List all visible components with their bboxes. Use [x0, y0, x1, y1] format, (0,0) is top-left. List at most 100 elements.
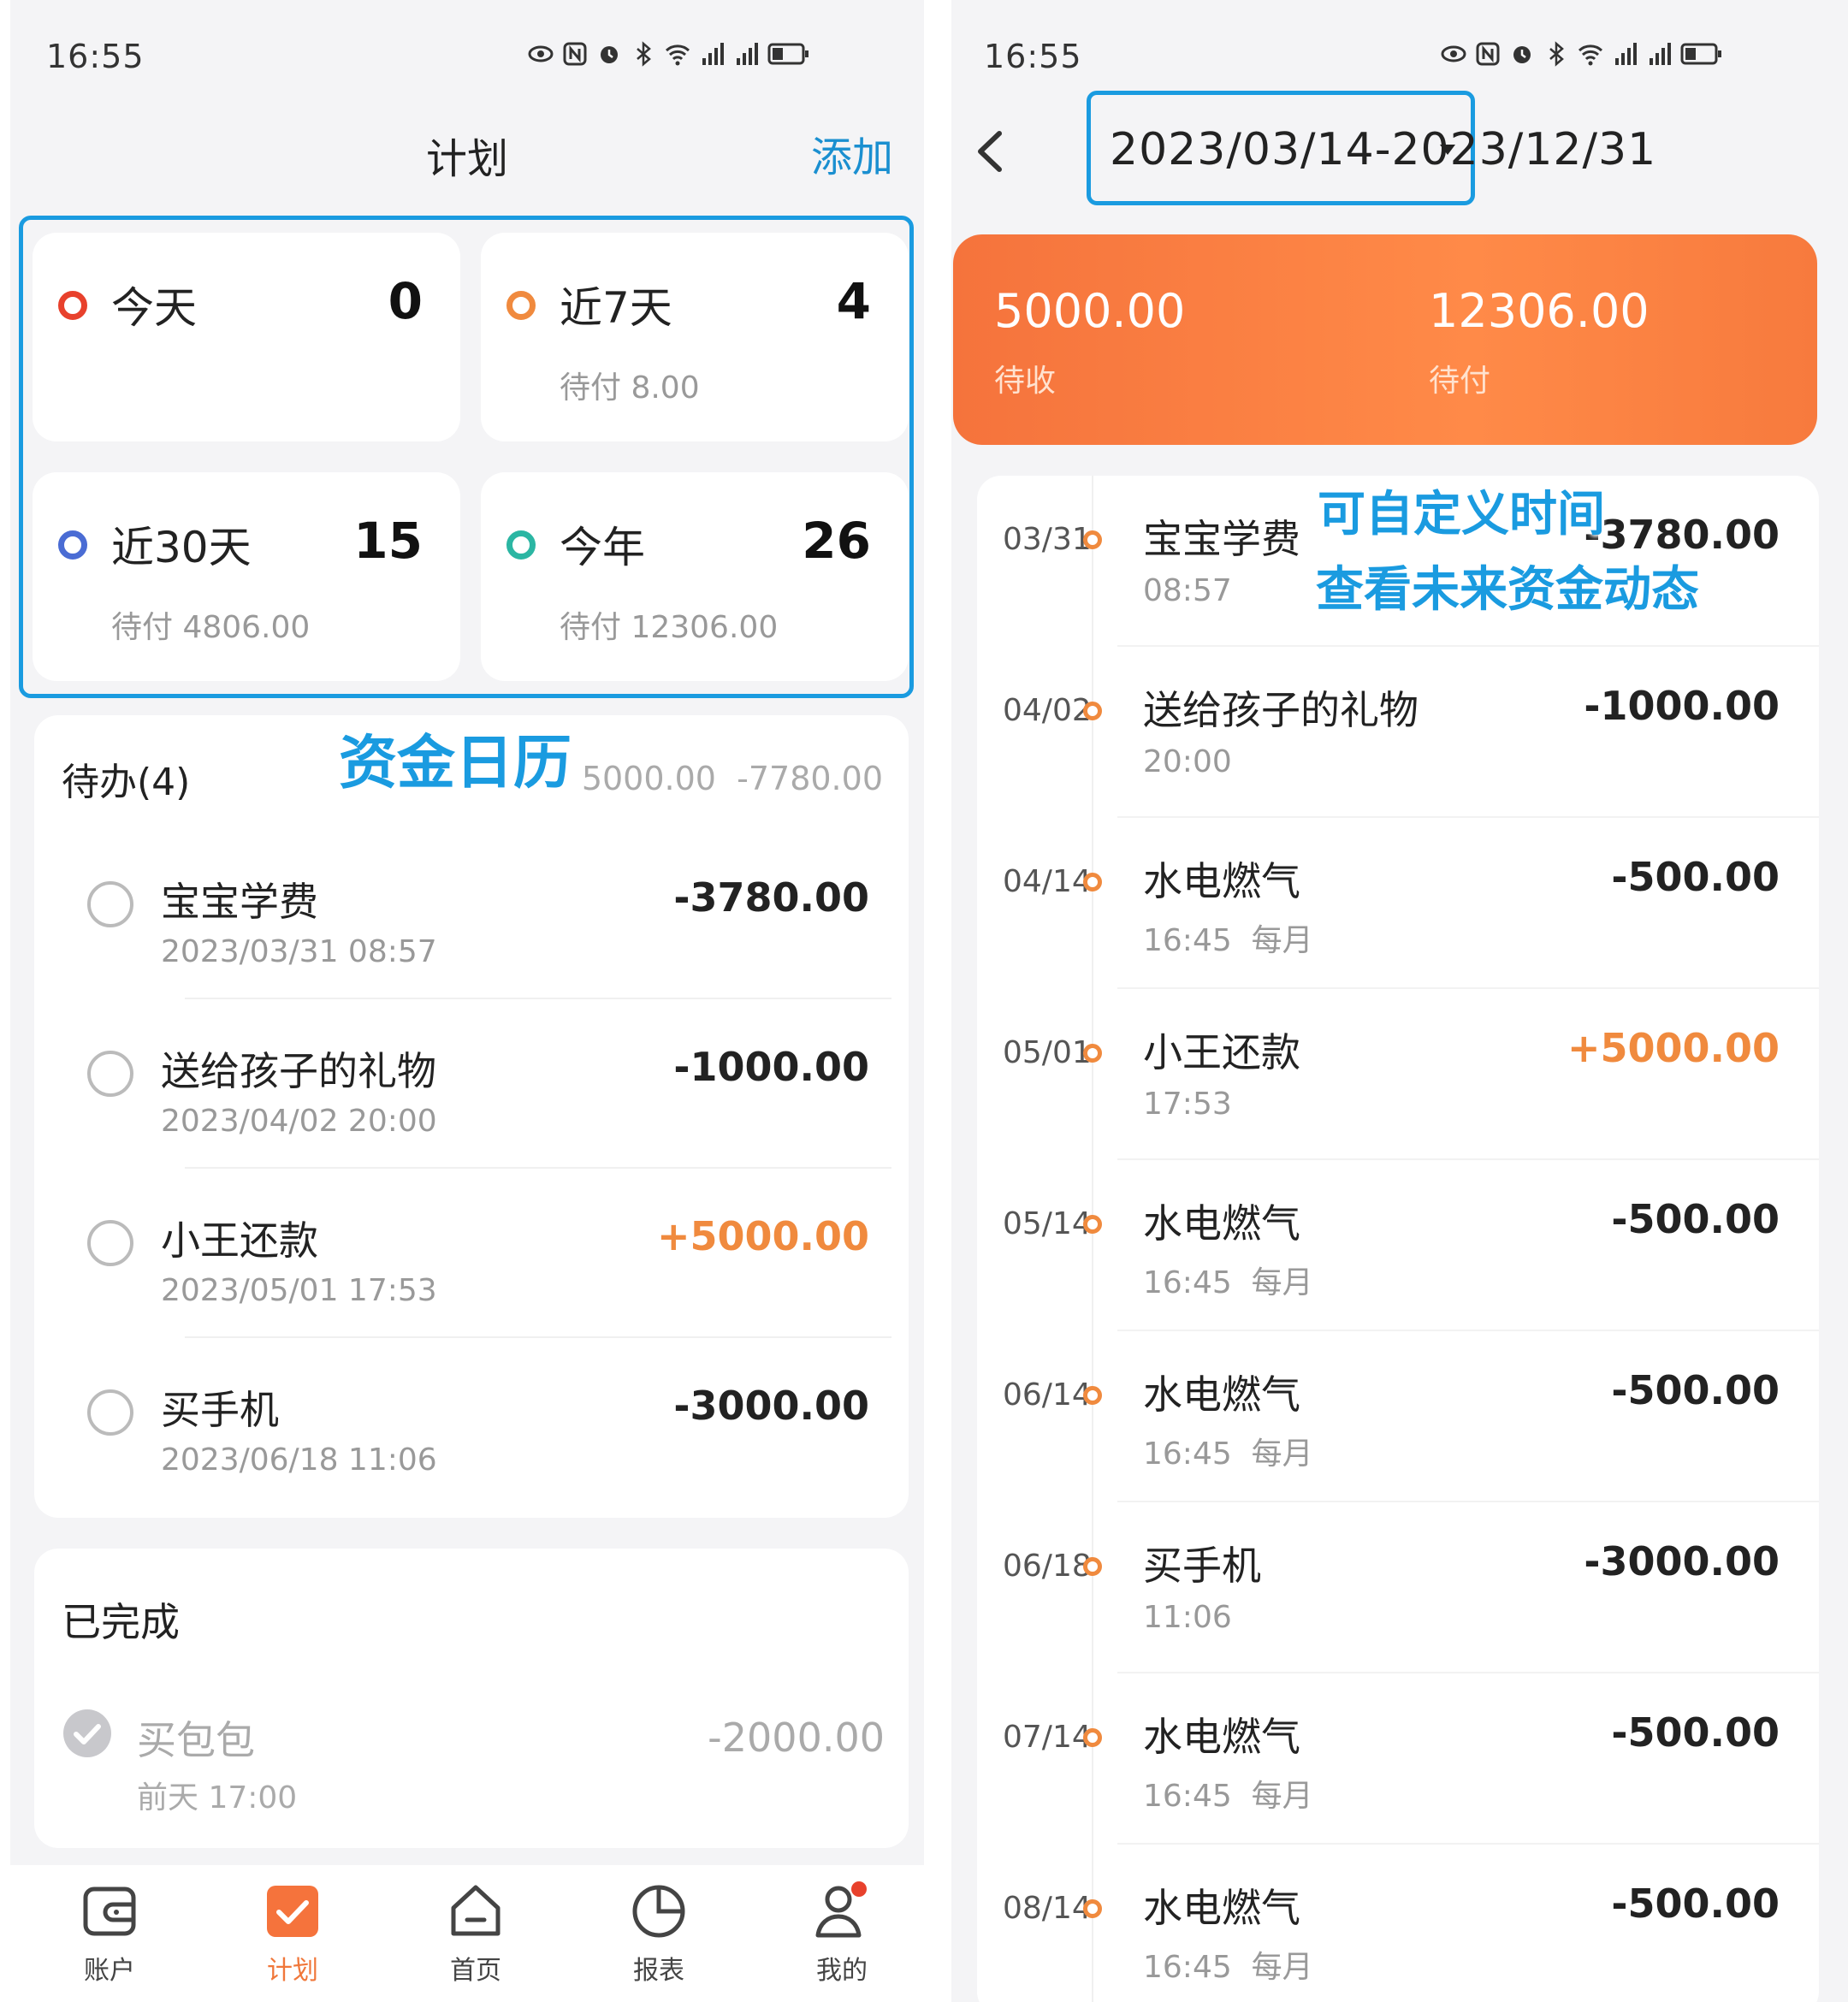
todo-item[interactable]: 宝宝学费 2023/03/31 08:57 -3780.00	[34, 830, 909, 999]
wifi-icon	[665, 44, 690, 66]
pie-chart-icon	[632, 1885, 685, 1938]
checkbox[interactable]	[87, 1220, 133, 1266]
timeline-dot-icon	[1083, 702, 1102, 720]
status-time: 16:55	[984, 38, 1082, 75]
row-amount: -1000.00	[1584, 683, 1780, 729]
nfc-icon	[563, 42, 587, 66]
tab-label: 首页	[450, 1956, 501, 1986]
todo-amount: -3000.00	[673, 1383, 869, 1429]
row-name: 水电燃气	[1143, 1885, 1300, 1931]
card-label: 近30天	[111, 523, 252, 572]
row-subtitle: 16:45 每月	[1143, 1265, 1313, 1300]
todo-item[interactable]: 小王还款 2023/05/01 17:53 +5000.00	[34, 1169, 909, 1338]
date-range-selector[interactable]: 2023/03/14-2023/12/31	[1087, 91, 1656, 205]
todo-totals: 5000.00 -7780.00	[582, 760, 883, 797]
checkbox[interactable]	[87, 1389, 133, 1436]
done-item-name[interactable]: 买包包	[137, 1709, 255, 1766]
todo-amount: -1000.00	[673, 1044, 869, 1090]
todo-income: 5000.00	[581, 760, 716, 797]
todo-name: 送给孩子的礼物	[161, 1048, 436, 1094]
eye-icon	[528, 45, 554, 62]
tab-home[interactable]: 首页	[416, 1881, 536, 1987]
back-icon[interactable]	[965, 121, 1016, 181]
todo-date: 2023/03/31 08:57	[161, 934, 437, 969]
todo-header: 待办(4)	[62, 761, 191, 804]
row-subtitle: 08:57	[1143, 573, 1232, 608]
plan-screen: 16:55 计划 添加 今天 0 近7天 4 待付 8.00 近30天 15 待…	[10, 0, 924, 2002]
card-today[interactable]: 今天 0	[33, 233, 460, 441]
timeline-dot-icon	[1083, 873, 1102, 891]
signal-icon	[702, 43, 724, 65]
timeline-row[interactable]: 04/02 送给孩子的礼物 20:00 -1000.00	[977, 647, 1819, 818]
row-name: 水电燃气	[1143, 1714, 1300, 1760]
tab-account[interactable]: 账户	[50, 1881, 169, 1987]
checkbox[interactable]	[87, 1051, 133, 1097]
status-bar: 16:55	[10, 0, 924, 111]
row-date: 08/14	[1003, 1891, 1092, 1926]
row-date: 06/18	[1003, 1549, 1092, 1584]
annotation-calendar: 资金日历	[339, 730, 572, 797]
tab-mine[interactable]: 我的	[782, 1881, 902, 1987]
timeline-row[interactable]: 06/14 水电燃气 16:45 每月 -500.00	[977, 1331, 1819, 1502]
todo-item[interactable]: 买手机 2023/06/18 11:06 -3000.00	[34, 1338, 909, 1507]
home-icon	[451, 1885, 500, 1936]
row-subtitle: 16:45 每月	[1143, 1950, 1313, 1985]
tab-report[interactable]: 报表	[599, 1881, 719, 1987]
row-subtitle: 16:45 每月	[1143, 1436, 1313, 1472]
row-date: 03/31	[1003, 522, 1092, 557]
card-label: 近7天	[560, 283, 672, 333]
timeline-row[interactable]: 08/14 水电燃气 16:45 每月 -500.00	[977, 1845, 1819, 2002]
timeline-row[interactable]: 05/14 水电燃气 16:45 每月 -500.00	[977, 1160, 1819, 1331]
row-subtitle: 17:53	[1143, 1087, 1232, 1122]
wifi-icon	[1578, 44, 1603, 66]
done-item-time: 前天 17:00	[137, 1780, 298, 1815]
row-amount: -500.00	[1611, 1367, 1780, 1413]
card-year[interactable]: 今年 26 待付 12306.00	[481, 472, 909, 681]
card-label: 今天	[111, 283, 197, 333]
timeline-row[interactable]: 05/01 小王还款 17:53 +5000.00	[977, 989, 1819, 1160]
card-count: 26	[802, 512, 871, 570]
row-date: 07/14	[1003, 1720, 1092, 1755]
done-header: 已完成	[62, 1599, 180, 1645]
todo-date: 2023/06/18 11:06	[161, 1442, 437, 1478]
add-button[interactable]: 添加	[811, 123, 893, 183]
row-subtitle: 16:45 每月	[1143, 923, 1313, 958]
alarm-icon	[601, 46, 618, 63]
row-date: 06/14	[1003, 1377, 1092, 1413]
todo-expense: -7780.00	[737, 760, 883, 797]
row-name: 送给孩子的礼物	[1143, 687, 1419, 733]
todo-name: 小王还款	[161, 1217, 318, 1264]
tab-label: 计划	[267, 1956, 318, 1986]
timeline-row[interactable]: 07/14 水电燃气 16:45 每月 -500.00	[977, 1673, 1819, 1845]
row-amount: -500.00	[1611, 1709, 1780, 1756]
row-name: 宝宝学费	[1143, 516, 1300, 562]
check-icon[interactable]	[63, 1709, 111, 1757]
annotation-future-funds: 查看未来资金动态	[1316, 562, 1699, 618]
timeline-line	[1092, 818, 1093, 989]
row-subtitle: 11:06	[1143, 1600, 1232, 1635]
timeline-line	[1092, 1673, 1093, 1845]
row-subtitle: 20:00	[1143, 744, 1232, 779]
row-name: 小王还款	[1143, 1029, 1300, 1075]
row-amount: -500.00	[1611, 1881, 1780, 1927]
tab-plan[interactable]: 计划	[233, 1881, 352, 1987]
tab-bar: 账户 计划 首页 报表 我的	[10, 1865, 924, 2002]
tab-label: 我的	[816, 1956, 868, 1986]
timeline-dot-icon	[1083, 1044, 1102, 1063]
card-subtitle: 待付 12306.00	[560, 610, 779, 645]
checkbox[interactable]	[87, 881, 133, 927]
timeline-row[interactable]: 04/14 水电燃气 16:45 每月 -500.00	[977, 818, 1819, 989]
card-subtitle: 待付 8.00	[560, 370, 700, 406]
card-30days[interactable]: 近30天 15 待付 4806.00	[33, 472, 460, 681]
card-count: 4	[836, 272, 871, 330]
card-7days[interactable]: 近7天 4 待付 8.00	[481, 233, 909, 441]
tab-label: 报表	[633, 1956, 684, 1986]
red-dot-icon	[58, 291, 87, 320]
timeline-row[interactable]: 06/18 买手机 11:06 -3000.00	[977, 1502, 1819, 1673]
timeline-line	[1092, 476, 1093, 647]
timeline-line	[1092, 1502, 1093, 1673]
todo-date: 2023/04/02 20:00	[161, 1104, 437, 1139]
eye-icon	[1441, 45, 1466, 62]
todo-item[interactable]: 送给孩子的礼物 2023/04/02 20:00 -1000.00	[34, 999, 909, 1169]
tab-label: 账户	[84, 1956, 135, 1986]
